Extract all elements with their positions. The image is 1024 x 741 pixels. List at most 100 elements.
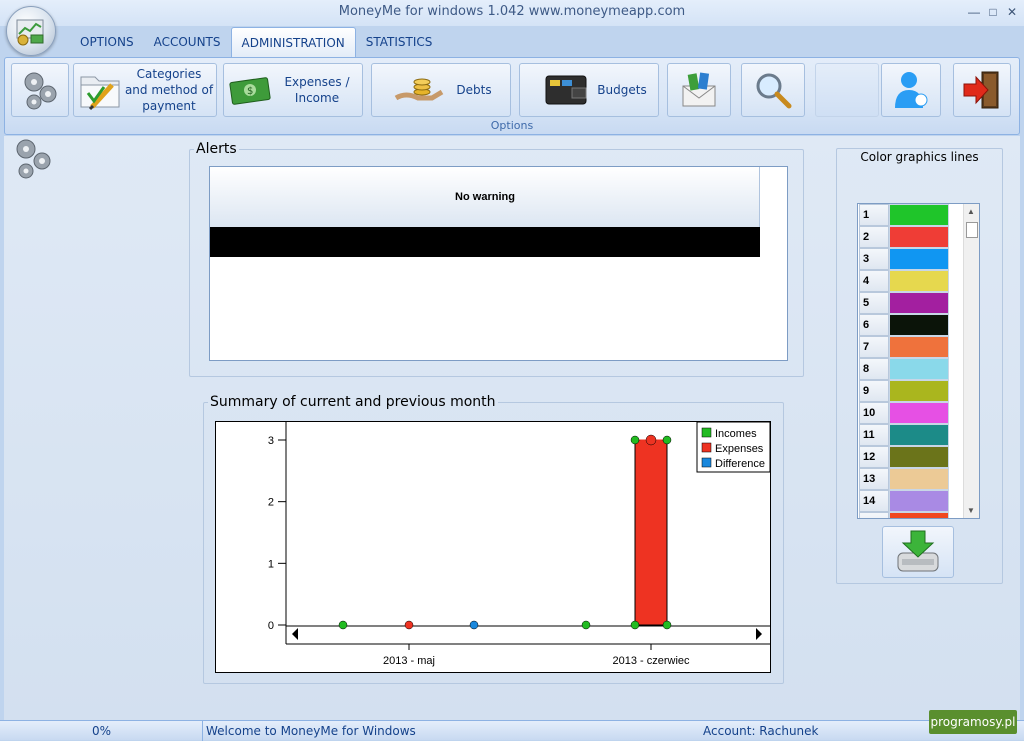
debts-label: Debts [456, 83, 492, 97]
color-line-row[interactable]: 8 [859, 358, 949, 380]
search-button[interactable] [741, 63, 805, 117]
color-line-number: 8 [859, 358, 889, 380]
account-label: Account: Rachunek [703, 724, 819, 738]
color-swatch[interactable] [889, 248, 949, 270]
save-colors-button[interactable] [882, 526, 954, 578]
color-line-row[interactable]: 6 [859, 314, 949, 336]
color-line-row[interactable]: 2 [859, 226, 949, 248]
user-button[interactable] [881, 63, 941, 117]
color-line-number: 1 [859, 204, 889, 226]
expenses-income-label: Expenses / Income [284, 75, 350, 105]
ribbon-panel: Categories and method of payment $ Expen… [4, 57, 1020, 135]
color-line-number: 9 [859, 380, 889, 402]
scroll-down-icon[interactable]: ▼ [967, 506, 975, 515]
close-icon[interactable]: ✕ [1004, 4, 1020, 20]
alert-message: No warning [455, 191, 515, 203]
color-swatch[interactable] [889, 490, 949, 512]
color-line-row[interactable]: 12 [859, 446, 949, 468]
ribbon-tabs: OPTIONS ACCOUNTS ADMINISTRATION STATISTI… [70, 27, 442, 57]
envelope-money-icon [682, 72, 716, 107]
money-icon: $ [229, 77, 271, 105]
color-swatch[interactable] [889, 226, 949, 248]
color-line-number: 11 [859, 424, 889, 446]
search-icon [756, 73, 792, 109]
maximize-icon[interactable]: □ [985, 4, 1001, 20]
legend-swatch [701, 442, 712, 453]
legend-label: Expenses [715, 443, 764, 455]
money-envelope-button[interactable] [667, 63, 731, 117]
color-line-row[interactable]: 7 [859, 336, 949, 358]
minimize-icon[interactable]: — [966, 4, 982, 20]
app-menu-button[interactable] [6, 6, 56, 56]
color-swatch[interactable] [889, 358, 949, 380]
color-line-row[interactable]: 1 [859, 204, 949, 226]
categories-label: Categories and method of payment [124, 67, 214, 113]
color-swatch[interactable] [889, 314, 949, 336]
color-swatch[interactable] [889, 446, 949, 468]
color-swatch[interactable] [889, 424, 949, 446]
expenses-income-button[interactable]: $ Expenses / Income [223, 63, 363, 117]
alerts-list[interactable]: No warning [209, 166, 788, 361]
expenses-point [404, 620, 414, 630]
settings-button[interactable] [11, 63, 69, 117]
alert-selection-bar[interactable] [210, 227, 760, 257]
legend-swatch [701, 427, 712, 438]
wallet-icon [545, 75, 587, 105]
download-drive-icon [897, 530, 939, 572]
debts-button[interactable]: Debts [371, 63, 511, 117]
empty-button [815, 63, 879, 117]
legend-label: Difference [715, 458, 765, 470]
coins-hand-icon [394, 78, 444, 101]
color-line-row[interactable]: 14 [859, 490, 949, 512]
tab-options[interactable]: OPTIONS [70, 27, 144, 57]
scroll-thumb[interactable] [966, 222, 978, 238]
gears-icon [16, 139, 51, 179]
color-swatch[interactable] [889, 336, 949, 358]
alerts-title: Alerts [196, 141, 237, 157]
color-swatch[interactable] [889, 402, 949, 424]
color-swatch[interactable] [889, 380, 949, 402]
incomes-point [338, 620, 348, 630]
legend-label: Incomes [715, 428, 757, 440]
tab-administration[interactable]: ADMINISTRATION [230, 27, 356, 57]
ribbon-group-label: Options [490, 119, 534, 132]
color-lines-list[interactable]: 1 2 3 4 5 6 7 8 9 10 11 12 13 14 ▲ ▼ [857, 203, 980, 519]
color-line-row[interactable]: 4 [859, 270, 949, 292]
categories-button[interactable]: Categories and method of payment [73, 63, 217, 117]
incomes-point [662, 435, 672, 445]
scroll-up-icon[interactable]: ▲ [967, 207, 975, 216]
x-tick-label: 2013 - czerwiec [612, 655, 690, 667]
svg-text:$: $ [247, 86, 253, 97]
color-swatch[interactable] [889, 270, 949, 292]
tab-accounts[interactable]: ACCOUNTS [144, 27, 231, 57]
color-swatch[interactable] [889, 468, 949, 490]
watermark: programosy.pl [929, 710, 1017, 734]
color-swatch[interactable] [889, 292, 949, 314]
color-line-number: 2 [859, 226, 889, 248]
budgets-button[interactable]: Budgets [519, 63, 659, 117]
scroll-left-icon [292, 628, 298, 640]
exit-door-icon [963, 71, 999, 109]
summary-title: Summary of current and previous month [210, 394, 496, 410]
window-title: MoneyMe for windows 1.042 www.moneymeapp… [338, 4, 686, 19]
color-swatch [889, 512, 949, 518]
scrollbar[interactable]: ▲ ▼ [963, 204, 979, 518]
color-line-row[interactable]: 10 [859, 402, 949, 424]
color-line-row[interactable]: 11 [859, 424, 949, 446]
color-line-row-partial [859, 512, 949, 518]
color-line-number: 12 [859, 446, 889, 468]
y-tick-label: 0 [268, 620, 274, 632]
y-tick-label: 2 [268, 497, 274, 509]
status-message: Welcome to MoneyMe for Windows [206, 724, 416, 738]
color-line-number: 7 [859, 336, 889, 358]
app-logo-icon [16, 19, 44, 46]
incomes-point [581, 620, 591, 630]
tab-statistics[interactable]: STATISTICS [356, 27, 443, 57]
color-line-row[interactable]: 5 [859, 292, 949, 314]
budgets-label: Budgets [597, 83, 647, 97]
color-line-row[interactable]: 9 [859, 380, 949, 402]
exit-button[interactable] [953, 63, 1011, 117]
color-line-row[interactable]: 13 [859, 468, 949, 490]
color-swatch[interactable] [889, 204, 949, 226]
color-line-row[interactable]: 3 [859, 248, 949, 270]
